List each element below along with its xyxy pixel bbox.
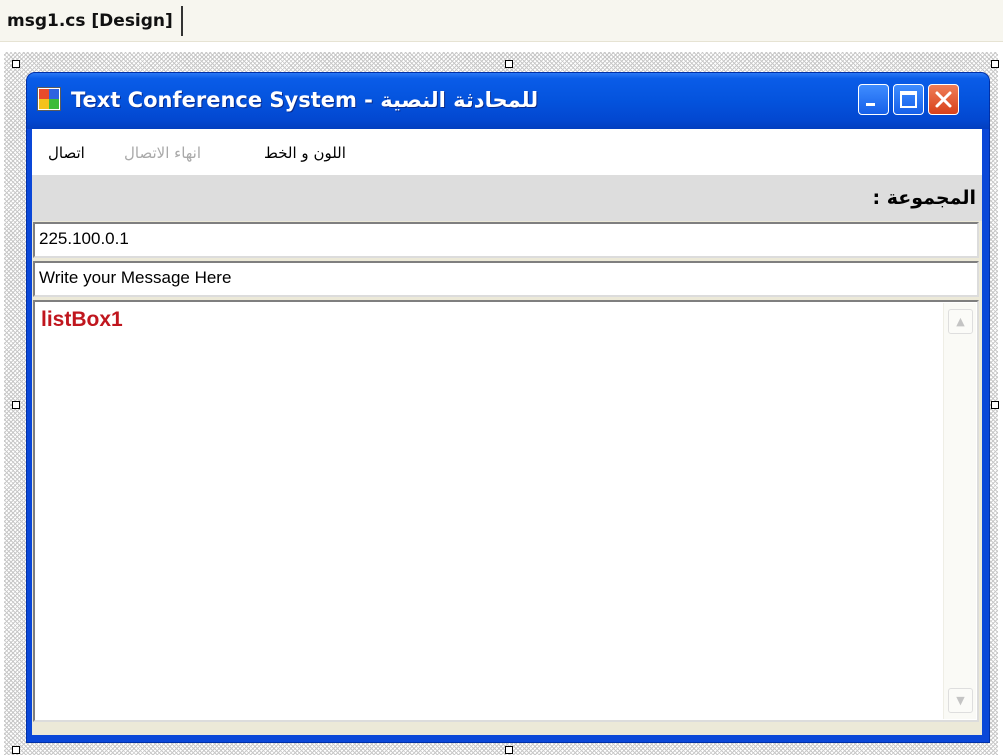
message-input[interactable]: Write your Message Here — [33, 261, 979, 297]
resize-handle-top[interactable] — [505, 60, 513, 68]
minimize-icon — [866, 103, 875, 106]
resize-handle-left[interactable] — [12, 401, 20, 409]
resize-handle-bottom-left[interactable] — [12, 746, 20, 754]
resize-handle-top-right[interactable] — [991, 60, 999, 68]
close-icon — [935, 91, 952, 108]
messages-listbox[interactable]: listBox1 ▲ ▼ — [33, 300, 979, 722]
minimize-button[interactable] — [858, 84, 889, 115]
group-row: المجموعة : — [32, 175, 982, 221]
menu-item-connect[interactable]: اتصال — [48, 141, 85, 165]
form-bottom-edge — [32, 722, 982, 735]
group-label: المجموعة : — [872, 187, 976, 209]
menu-bar: اتصال انهاء الاتصال اللون و الخط — [32, 129, 982, 175]
form-window: Text Conference System - للمحادثة النصية… — [26, 72, 990, 743]
listbox-scrollbar[interactable]: ▲ ▼ — [943, 303, 976, 719]
maximize-button[interactable] — [893, 84, 924, 115]
close-button[interactable] — [928, 84, 959, 115]
listbox-label: listBox1 — [41, 308, 123, 331]
window-title-arabic: للمحادثة النصية — [380, 88, 539, 112]
form-client-area: اتصال انهاء الاتصال اللون و الخط المجموع… — [32, 129, 982, 735]
menu-item-disconnect[interactable]: انهاء الاتصال — [124, 141, 201, 165]
window-title: Text Conference System - للمحادثة النصية — [71, 83, 538, 117]
resize-handle-right[interactable] — [991, 401, 999, 409]
scroll-up-icon[interactable]: ▲ — [948, 309, 973, 334]
window-title-english: Text Conference System - — [71, 88, 381, 112]
resize-handle-bottom[interactable] — [505, 746, 513, 754]
design-tab[interactable]: msg1.cs [Design] — [0, 6, 183, 36]
ide-tab-bar: msg1.cs [Design] — [0, 0, 1003, 42]
maximize-icon — [900, 91, 917, 108]
title-bar[interactable]: Text Conference System - للمحادثة النصية — [27, 73, 989, 129]
app-icon — [37, 87, 61, 111]
scroll-down-icon[interactable]: ▼ — [948, 688, 973, 713]
address-input[interactable]: 225.100.0.1 — [33, 222, 979, 258]
resize-handle-top-left[interactable] — [12, 60, 20, 68]
menu-item-color-font[interactable]: اللون و الخط — [264, 141, 346, 165]
